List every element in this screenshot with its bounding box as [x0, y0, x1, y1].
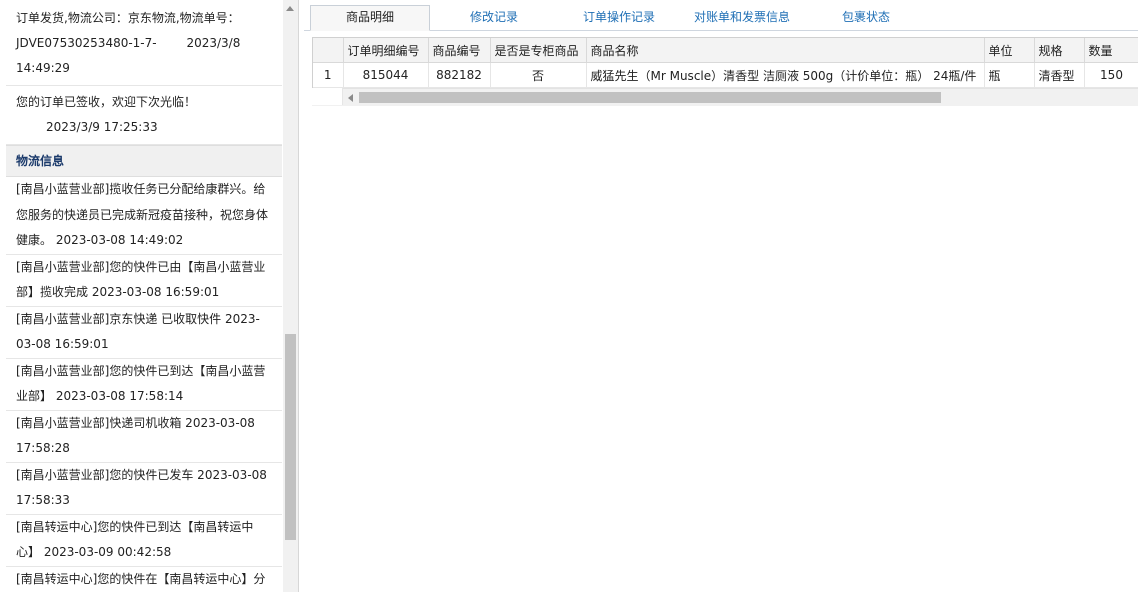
tab-bar: 商品明细 修改记录 订单操作记录 对账单和发票信息 包裹状态 [304, 0, 1138, 31]
order-status-time: 2023/3/9 17:25:33 [46, 120, 158, 134]
horizontal-scrollbar[interactable] [312, 88, 1138, 106]
tab-order-operation-log[interactable]: 订单操作记录 [566, 6, 672, 30]
order-detail-id: 815044 [343, 62, 429, 88]
tab-modify-log[interactable]: 修改记录 [444, 6, 544, 30]
logistics-entry: [南昌小蓝营业部]您的快件已由【南昌小蓝营业部】揽收完成 2023-03-08 … [6, 255, 282, 307]
left-panel: 订单发货,物流公司：京东物流,物流单号：JDVE07530253480-1-7-… [0, 0, 299, 592]
scroll-left-arrow-icon[interactable] [348, 94, 353, 102]
order-status-text: 您的订单已签收，欢迎下次光临！ [16, 95, 197, 109]
logistics-entry: [南昌小蓝营业部]快递司机收箱 2023-03-08 17:58:28 [6, 411, 282, 463]
tab-package-status[interactable]: 包裹状态 [816, 6, 916, 30]
logistics-entry: [南昌小蓝营业部]揽收任务已分配给康群兴。给您服务的快递员已完成新冠疫苗接种，祝… [6, 177, 282, 255]
logistics-entry: [南昌小蓝营业部]您的快件已到达【南昌小蓝营业部】 2023-03-08 17:… [6, 359, 282, 411]
tab-product-detail[interactable]: 商品明细 [310, 5, 430, 31]
table-row[interactable]: 1 815044 882182 否 威猛先生（Mr Muscle）清香型 洁厕液… [313, 62, 1138, 88]
product-name-link[interactable]: 威猛先生（Mr Muscle）清香型 洁厕液 500g（计价单位：瓶） 24瓶/… [586, 62, 985, 88]
spec-cell: 清香型 [1034, 62, 1085, 88]
column-header[interactable]: 数量 [1084, 38, 1138, 63]
product-grid: 订单明细编号 商品编号 是否是专柜商品 商品名称 单位 规格 数量 1 8150… [312, 37, 1138, 88]
quantity-cell: 150 [1084, 62, 1138, 88]
counter-product-flag: 否 [490, 62, 587, 88]
logistics-entry: [南昌小蓝营业部]京东快递 已收取快件 2023-03-08 16:59:01 [6, 307, 282, 359]
order-status-entry: 您的订单已签收，欢迎下次光临！ 2023/3/9 17:25:33 [6, 86, 282, 145]
scroll-up-arrow-icon[interactable] [286, 6, 294, 11]
order-status-entry: 订单发货,物流公司：京东物流,物流单号：JDVE07530253480-1-7-… [6, 0, 282, 86]
column-header[interactable]: 规格 [1034, 38, 1085, 63]
column-header[interactable]: 单位 [984, 38, 1035, 63]
table-header-row: 订单明细编号 商品编号 是否是专柜商品 商品名称 单位 规格 数量 [313, 38, 1138, 63]
scroll-thumb[interactable] [285, 334, 296, 540]
logistics-entry: [南昌转运中心]您的快件在【南昌转运中心】分拣完成 2023-03-09 03:… [6, 567, 282, 592]
right-panel: 商品明细 修改记录 订单操作记录 对账单和发票信息 包裹状态 订单明细编号 商品… [304, 0, 1138, 592]
column-header[interactable]: 订单明细编号 [343, 38, 429, 63]
horizontal-scroll-thumb[interactable] [359, 92, 941, 103]
logistics-entry: [南昌转运中心]您的快件已到达【南昌转运中心】 2023-03-09 00:42… [6, 515, 282, 567]
tab-statement-invoice[interactable]: 对账单和发票信息 [684, 6, 800, 30]
row-number: 1 [313, 62, 344, 88]
product-id-link[interactable]: 882182 [428, 62, 491, 88]
left-content: 订单发货,物流公司：京东物流,物流单号：JDVE07530253480-1-7-… [6, 0, 282, 592]
column-header[interactable]: 商品名称 [586, 38, 985, 63]
column-header[interactable]: 是否是专柜商品 [490, 38, 587, 63]
column-header [313, 38, 344, 63]
left-scrollbar[interactable] [283, 0, 298, 592]
logistics-title: 物流信息 [6, 145, 282, 177]
column-header[interactable]: 商品编号 [428, 38, 491, 63]
frozen-column-spacer [312, 88, 343, 105]
unit-cell: 瓶 [984, 62, 1035, 88]
logistics-entry: [南昌小蓝营业部]您的快件已发车 2023-03-08 17:58:33 [6, 463, 282, 515]
